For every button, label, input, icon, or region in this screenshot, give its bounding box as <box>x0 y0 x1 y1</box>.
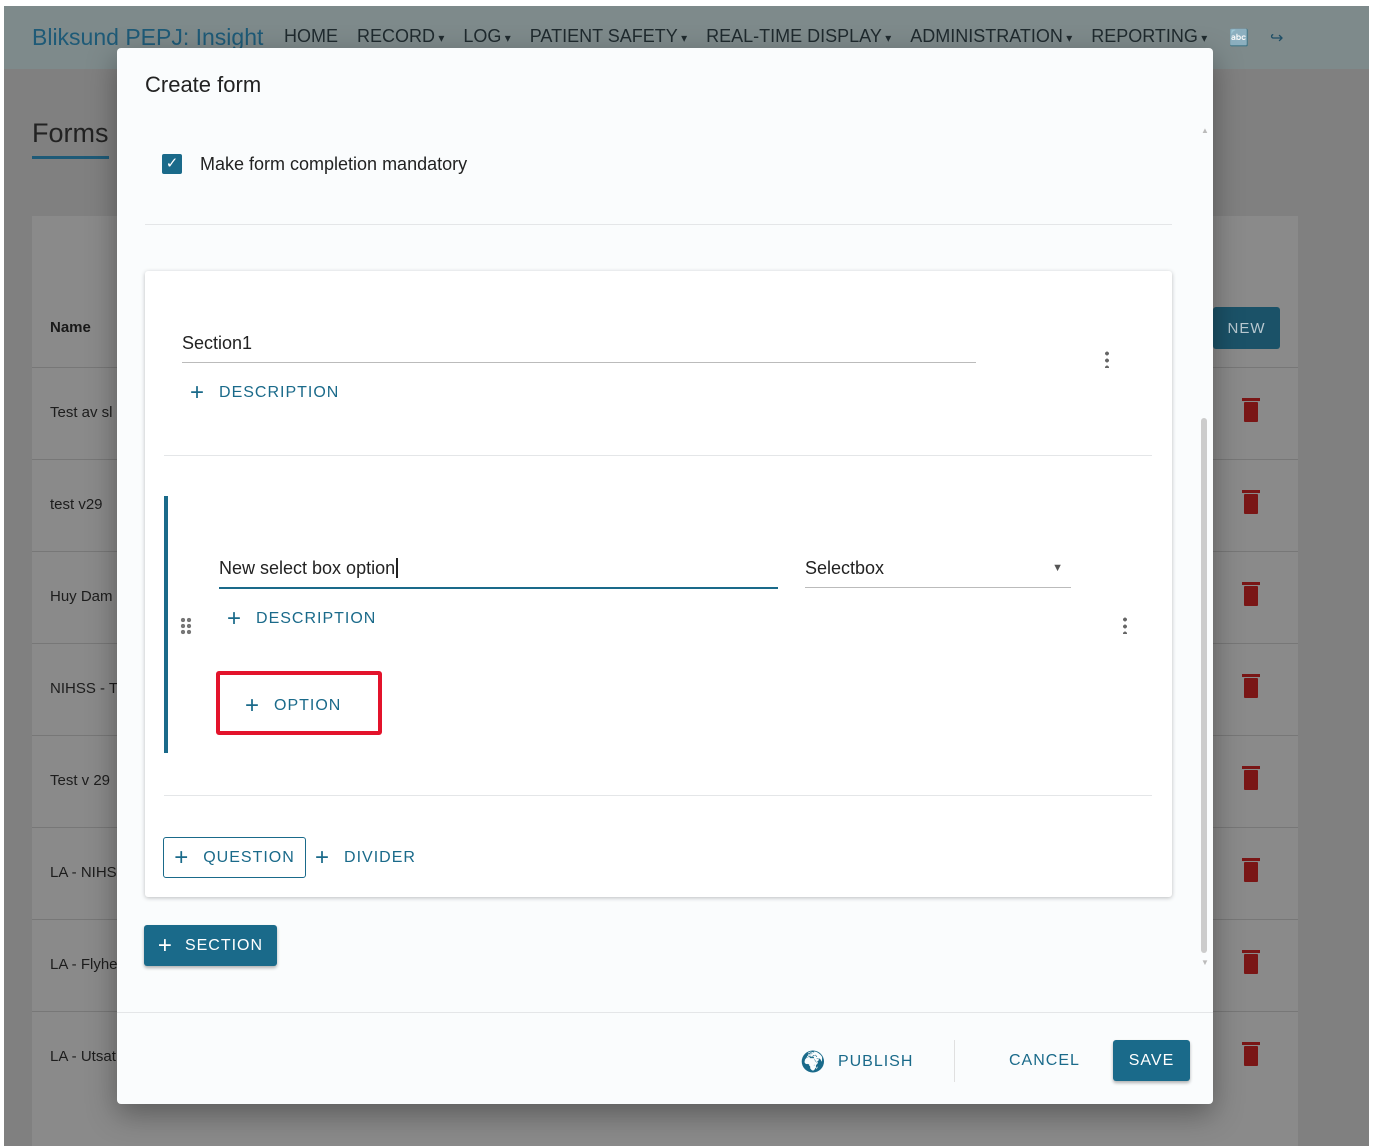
input-value: New select box option <box>219 558 396 578</box>
button-label: SECTION <box>184 936 264 954</box>
plus-icon: + <box>245 692 261 719</box>
section-name-input[interactable]: Section1 <box>182 333 976 363</box>
title-underline <box>32 156 109 159</box>
form-name: Huy Dam <box>50 588 113 605</box>
scroll-up-arrow[interactable]: ▲ <box>1201 126 1209 135</box>
create-form-dialog: Create form ✓ Make form completion manda… <box>117 48 1213 1104</box>
page-title: Forms <box>32 118 109 148</box>
chevron-down-icon: ▼ <box>1052 562 1063 574</box>
text-cursor <box>396 558 399 578</box>
plus-icon: + <box>227 605 243 632</box>
form-name: NIHSS - T <box>50 680 119 697</box>
trash-icon[interactable] <box>1242 950 1260 974</box>
section-card: Section1 + DESCRIPTION New select box opt… <box>145 271 1172 897</box>
trash-icon[interactable] <box>1242 398 1260 422</box>
divider <box>145 224 1172 225</box>
save-button[interactable]: SAVE <box>1113 1040 1190 1081</box>
trash-icon[interactable] <box>1242 582 1260 606</box>
plus-icon: + <box>190 379 206 406</box>
form-name: LA - Flyhe <box>50 956 118 973</box>
brand-title[interactable]: Bliksund PEPJ: Insight <box>32 24 263 51</box>
nav-record[interactable]: RECORD <box>357 26 444 47</box>
form-name: LA - NIHS <box>50 864 117 881</box>
section-add-description-button[interactable]: + DESCRIPTION <box>190 381 339 405</box>
column-header-name: Name <box>50 319 91 336</box>
button-label: DESCRIPTION <box>219 384 340 401</box>
nav-log[interactable]: LOG <box>463 26 510 47</box>
add-question-button[interactable]: + QUESTION <box>163 837 306 878</box>
add-section-button[interactable]: + SECTION <box>144 925 277 966</box>
question-more-icon[interactable] <box>1123 616 1127 634</box>
scroll-down-arrow[interactable]: ▼ <box>1201 958 1209 967</box>
divider <box>164 455 1152 456</box>
section-more-icon[interactable] <box>1105 350 1109 368</box>
dialog-title: Create form <box>145 72 262 97</box>
select-value: Selectbox <box>805 558 885 578</box>
button-label: DESCRIPTION <box>256 610 377 627</box>
form-name: test v29 <box>50 496 103 513</box>
plus-icon: + <box>157 931 173 959</box>
trash-icon[interactable] <box>1242 766 1260 790</box>
trash-icon[interactable] <box>1242 1042 1260 1066</box>
nav-reporting[interactable]: REPORTING <box>1091 26 1207 47</box>
new-form-button[interactable]: NEW <box>1213 307 1280 349</box>
vertical-divider <box>954 1040 955 1082</box>
button-label: PUBLISH <box>837 1053 914 1070</box>
plus-icon: + <box>315 844 331 871</box>
publish-button[interactable]: 🌍︎ PUBLISH <box>799 1049 913 1075</box>
form-name: Test v 29 <box>50 772 111 789</box>
button-label: OPTION <box>274 697 342 714</box>
plus-icon: + <box>174 843 190 871</box>
nav-administration[interactable]: ADMINISTRATION <box>910 26 1072 47</box>
nav-real-time-display[interactable]: REAL-TIME DISPLAY <box>706 26 891 47</box>
question-add-description-button[interactable]: + DESCRIPTION <box>227 607 376 631</box>
form-name: Test av sl <box>50 404 113 421</box>
question-type-select[interactable]: Selectbox ▼ <box>805 558 1071 588</box>
nav-patient-safety[interactable]: PATIENT SAFETY <box>530 26 687 47</box>
drag-handle-icon[interactable] <box>180 617 192 635</box>
question-text-input[interactable]: New select box option <box>219 558 778 589</box>
trash-icon[interactable] <box>1242 858 1260 882</box>
nav-home[interactable]: HOME <box>284 26 338 47</box>
button-label: QUESTION <box>203 848 295 866</box>
divider <box>164 795 1152 796</box>
question-active-bar <box>164 496 168 753</box>
language-icon[interactable]: 🔤 <box>1229 28 1249 48</box>
mandatory-label[interactable]: Make form completion mandatory <box>200 154 467 175</box>
trash-icon[interactable] <box>1242 674 1260 698</box>
main-nav: HOME RECORD LOG PATIENT SAFETY REAL-TIME DIS… <box>284 26 1207 47</box>
button-label: DIVIDER <box>344 849 416 866</box>
mandatory-checkbox[interactable]: ✓ <box>162 154 182 174</box>
footer-divider <box>117 1012 1213 1013</box>
trash-icon[interactable] <box>1242 490 1260 514</box>
add-option-button[interactable]: + OPTION <box>245 694 341 718</box>
cancel-button[interactable]: CANCEL <box>1009 1052 1080 1070</box>
scrollbar[interactable] <box>1201 418 1207 953</box>
logout-icon[interactable]: ↪ <box>1270 28 1283 48</box>
form-name: LA - Utsat <box>50 1048 116 1065</box>
add-divider-button[interactable]: + DIVIDER <box>315 846 416 870</box>
globe-icon: 🌍︎ <box>799 1049 828 1074</box>
